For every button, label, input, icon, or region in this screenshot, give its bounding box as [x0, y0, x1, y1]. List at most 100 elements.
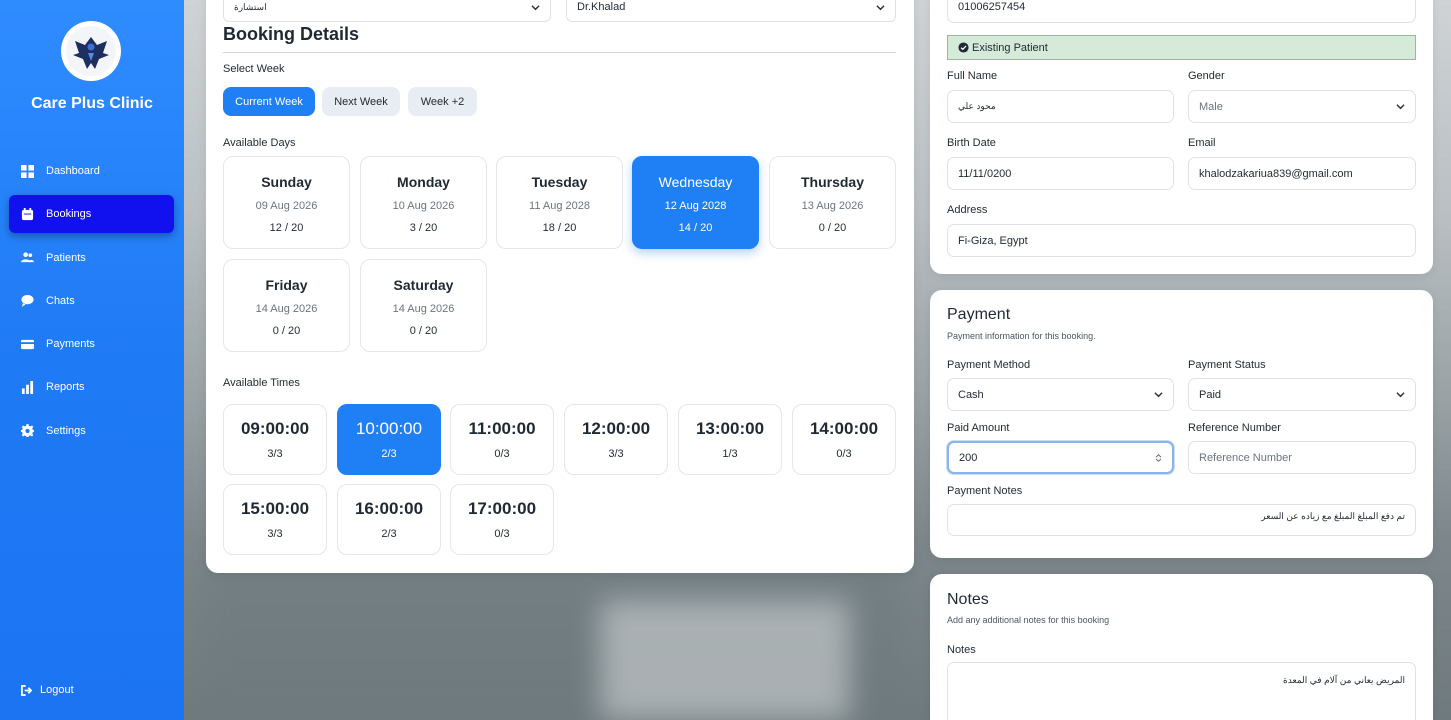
week-current-button[interactable]: Current Week — [223, 87, 315, 116]
time-slot-time: 11:00:00 — [468, 419, 536, 438]
birth-date-label: Birth Date — [947, 137, 996, 149]
email-label: Email — [1188, 137, 1216, 149]
sidebar-item-patients[interactable]: Patients — [9, 239, 174, 277]
time-slot[interactable]: 13:00:00 1/3 — [678, 404, 782, 475]
sidebar-item-bookings[interactable]: Bookings — [9, 195, 174, 234]
time-slot-capacity: 2/3 — [381, 528, 397, 540]
day-capacity: 0 / 20 — [818, 222, 847, 234]
time-slot-capacity: 3/3 — [267, 528, 283, 540]
sidebar-item-label: Chats — [46, 294, 75, 307]
time-slot[interactable]: 17:00:00 0/3 — [450, 484, 554, 555]
payment-notes-label: Payment Notes — [947, 485, 1023, 497]
time-slot-capacity: 3/3 — [267, 448, 283, 460]
payment-status-label: Payment Status — [1188, 359, 1266, 371]
time-slot-capacity: 3/3 — [608, 448, 624, 460]
time-slot[interactable]: 15:00:00 3/3 — [223, 484, 327, 555]
doctor-select[interactable]: Dr.Khalad — [566, 0, 896, 22]
patient-card: 01006257454 Existing Patient Full Name م… — [930, 0, 1433, 274]
time-slot-time: 17:00:00 — [467, 499, 537, 518]
notes-textarea[interactable]: المريض يعاني من آلام في المعدة — [947, 662, 1416, 720]
time-slot[interactable]: 09:00:00 3/3 — [223, 404, 327, 475]
consultation-type-value: استشارة — [234, 1, 267, 12]
email-field[interactable]: khalodzakariua839@gmail.com — [1188, 157, 1416, 190]
time-slot[interactable]: 14:00:00 0/3 — [792, 404, 896, 475]
time-slot[interactable]: 11:00:00 0/3 — [450, 404, 554, 475]
chat-icon — [21, 294, 34, 308]
available-times-label: Available Times — [223, 377, 300, 389]
time-slot-time: 13:00:00 — [695, 419, 765, 438]
time-slot-time: 09:00:00 — [240, 419, 310, 438]
sidebar-item-dashboard[interactable]: Dashboard — [9, 152, 174, 190]
payment-subtitle: Payment information for this booking. — [947, 331, 1096, 341]
sidebar-item-chats[interactable]: Chats — [9, 282, 174, 320]
time-slot-capacity: 0/3 — [494, 528, 510, 540]
sidebar-item-label: Patients — [46, 251, 86, 264]
paid-amount-value: 200 — [959, 451, 978, 464]
day-name: Sunday — [261, 174, 312, 190]
day-card-tuesday[interactable]: Tuesday 11 Aug 2028 18 / 20 — [496, 156, 623, 249]
calendar-icon — [21, 207, 34, 221]
logout-icon — [21, 684, 32, 696]
available-days-label: Available Days — [223, 137, 296, 149]
full-name-field[interactable]: محود علي — [947, 90, 1174, 123]
day-name: Monday — [397, 174, 450, 190]
gender-select[interactable]: Male — [1188, 90, 1416, 123]
time-slot-time: 14:00:00 — [809, 419, 879, 438]
day-card-thursday[interactable]: Thursday 13 Aug 2026 0 / 20 — [769, 156, 896, 249]
day-card-monday[interactable]: Monday 10 Aug 2026 3 / 20 — [360, 156, 487, 249]
sidebar-item-payments[interactable]: Payments — [9, 325, 174, 363]
number-stepper-icon[interactable] — [1155, 453, 1162, 463]
week-next-button[interactable]: Next Week — [322, 87, 400, 116]
sidebar-nav: Dashboard Bookings Patients Chats Paymen… — [9, 152, 174, 455]
time-slot[interactable]: 10:00:00 2/3 — [337, 404, 441, 475]
payment-method-label: Payment Method — [947, 359, 1031, 371]
day-name: Saturday — [393, 277, 454, 293]
day-date: 10 Aug 2026 — [392, 200, 455, 212]
chevron-down-icon — [1396, 104, 1405, 110]
day-name: Friday — [265, 277, 308, 293]
day-card-friday[interactable]: Friday 14 Aug 2026 0 / 20 — [223, 259, 350, 352]
time-slot[interactable]: 16:00:00 2/3 — [337, 484, 441, 555]
phone-field[interactable]: 01006257454 — [947, 0, 1416, 23]
day-capacity: 12 / 20 — [269, 222, 304, 234]
sidebar-item-label: Payments — [46, 338, 95, 351]
sidebar-item-reports[interactable]: Reports — [9, 368, 174, 406]
time-slot-capacity: 0/3 — [836, 448, 852, 460]
paid-amount-input[interactable]: 200 — [947, 441, 1174, 474]
birth-date-field[interactable]: 11/11/0200 — [947, 157, 1174, 190]
payment-notes-textarea[interactable]: تم دفع المبلغ المبلغ مع زياده عن السعر — [947, 504, 1416, 536]
logout-button[interactable]: Logout — [21, 684, 74, 696]
day-capacity: 18 / 20 — [542, 222, 577, 234]
payment-method-select[interactable]: Cash — [947, 378, 1174, 411]
day-date: 13 Aug 2026 — [801, 200, 864, 212]
day-capacity: 3 / 20 — [409, 222, 438, 234]
select-week-label: Select Week — [223, 63, 285, 75]
payment-method-value: Cash — [958, 388, 984, 401]
notes-subtitle: Add any additional notes for this bookin… — [947, 615, 1110, 625]
sidebar-item-settings[interactable]: Settings — [9, 412, 174, 450]
time-slot-time: 16:00:00 — [354, 499, 424, 518]
clinic-name: Care Plus Clinic — [31, 95, 153, 112]
status-badge-label: Existing Patient — [972, 41, 1048, 54]
week-plus2-button[interactable]: Week +2 — [408, 87, 477, 116]
logout-label: Logout — [40, 684, 74, 696]
day-card-sunday[interactable]: Sunday 09 Aug 2026 12 / 20 — [223, 156, 350, 249]
day-card-wednesday[interactable]: Wednesday 12 Aug 2028 14 / 20 — [632, 156, 759, 249]
notes-card: Notes Add any additional notes for this … — [930, 574, 1433, 720]
consultation-type-select[interactable]: استشارة — [223, 0, 551, 22]
sidebar-item-label: Settings — [46, 424, 86, 437]
notes-title: Notes — [947, 591, 989, 608]
time-slot-time: 12:00:00 — [581, 419, 651, 438]
address-field[interactable]: Fi-Giza, Egypt — [947, 224, 1416, 257]
reference-number-input[interactable]: Reference Number — [1188, 441, 1416, 474]
time-slot-capacity: 0/3 — [494, 448, 510, 460]
reference-number-label: Reference Number — [1188, 422, 1281, 434]
day-card-saturday[interactable]: Saturday 14 Aug 2026 0 / 20 — [360, 259, 487, 352]
time-slot[interactable]: 12:00:00 3/3 — [564, 404, 668, 475]
day-capacity: 0 / 20 — [272, 325, 301, 337]
day-date: 14 Aug 2026 — [255, 303, 318, 315]
day-name: Wednesday — [658, 174, 733, 190]
status-badge: Existing Patient — [947, 35, 1416, 60]
sidebar: Care Plus Clinic Dashboard Bookings Pati… — [0, 0, 184, 720]
payment-status-select[interactable]: Paid — [1188, 378, 1416, 411]
